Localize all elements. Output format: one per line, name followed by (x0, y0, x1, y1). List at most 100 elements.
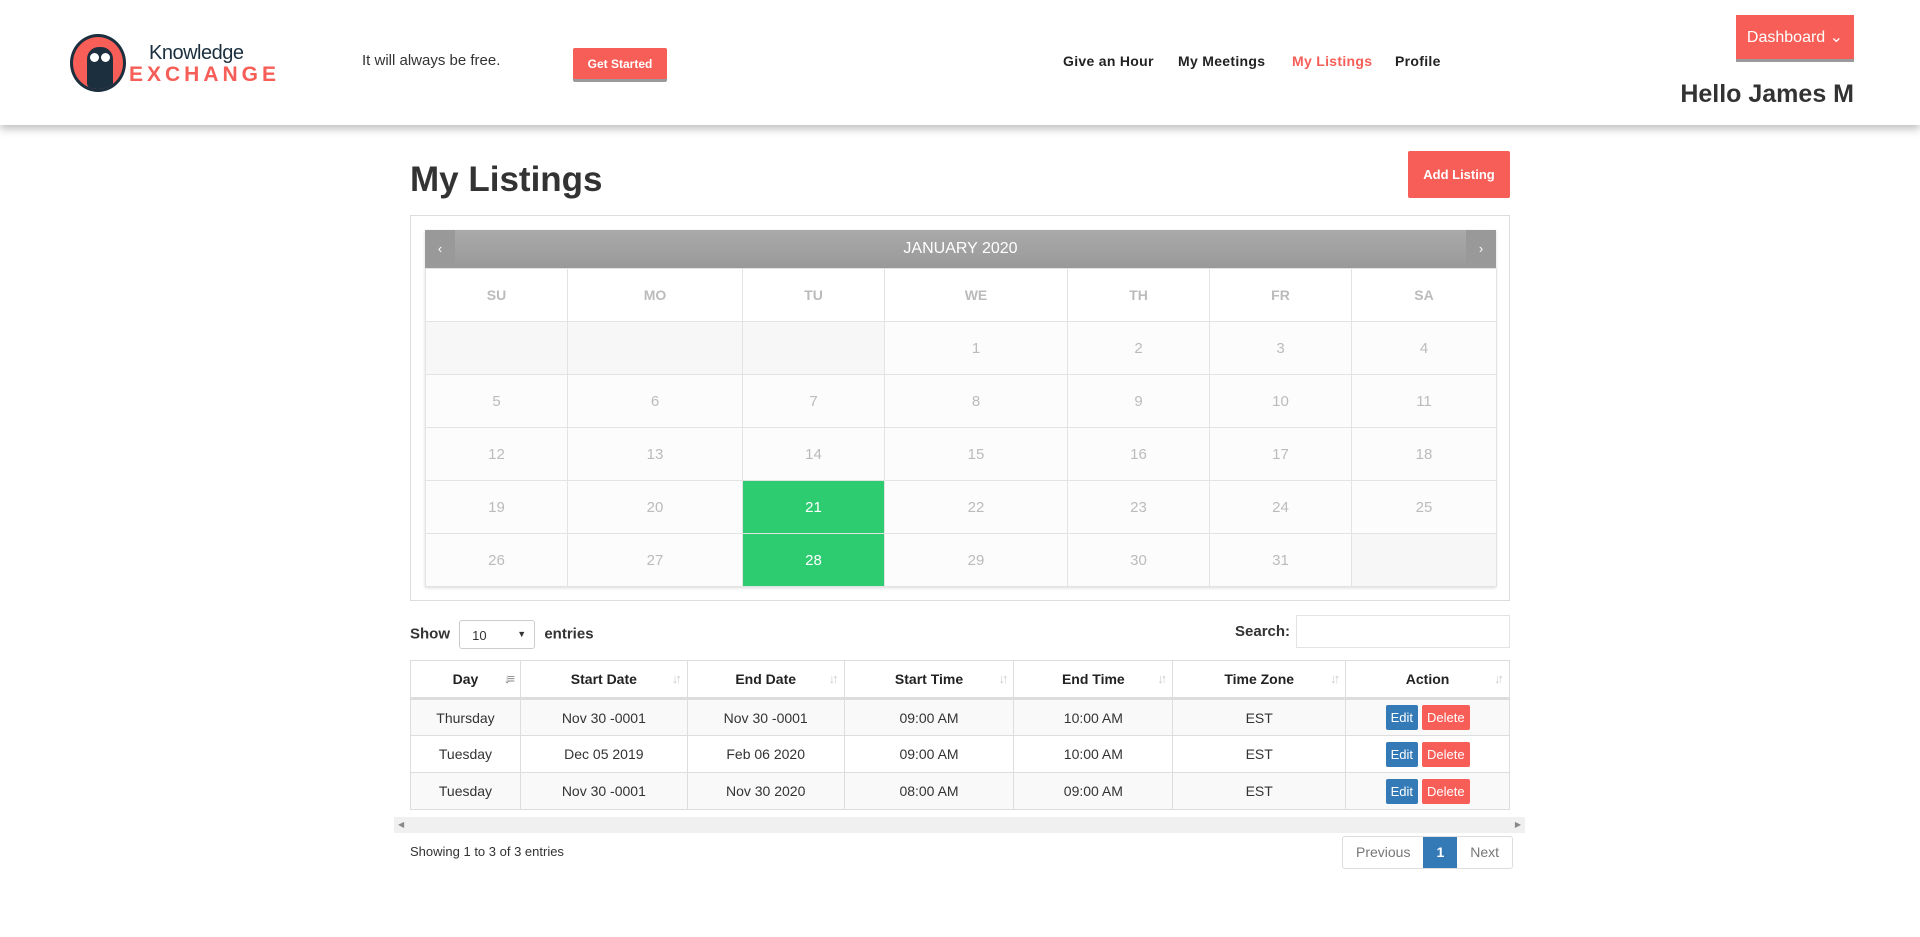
calendar-day[interactable]: 11 (1351, 374, 1497, 428)
table-cell: 09:00 AM (843, 735, 1015, 773)
calendar-day[interactable]: 8 (884, 374, 1068, 428)
calendar: ‹ JANUARY 2020 › SU MO TU WE TH FR SA 12345678… (425, 230, 1497, 587)
logo-text-top[interactable]: Knowledge (149, 42, 244, 65)
table-cell: 09:00 AM (1013, 772, 1174, 810)
table-row: Tuesday Dec 05 2019 Feb 06 2020 09:00 AM 10:… (410, 735, 1510, 773)
calendar-day[interactable]: 18 (1351, 427, 1497, 481)
column-header[interactable]: End Date ↓↑ (686, 660, 845, 700)
column-label: Action (1405, 671, 1450, 687)
owl-logo-icon[interactable] (70, 34, 126, 92)
sort-icon[interactable]: ↓↑ (829, 671, 839, 686)
sort-ascending-icon[interactable]: ↓≡ (504, 671, 515, 686)
calendar-empty-cell (742, 321, 885, 375)
calendar-day[interactable]: 28 (742, 533, 885, 587)
calendar-day[interactable]: 1 (884, 321, 1068, 375)
delete-button[interactable]: Delete (1421, 705, 1470, 730)
caret-down-icon: ▼ (517, 629, 527, 639)
calendar-day[interactable]: 6 (567, 374, 743, 428)
column-label: End Time (1061, 671, 1125, 687)
table-cell: 09:00 AM (843, 698, 1015, 736)
column-header[interactable]: Time Zone ↓↑ (1172, 660, 1347, 700)
calendar-day[interactable]: 27 (567, 533, 743, 587)
calendar-day[interactable]: 13 (567, 427, 743, 481)
calendar-day[interactable]: 24 (1209, 480, 1352, 534)
show-label: Show (410, 625, 450, 643)
scroll-left-icon[interactable]: ◀ (398, 820, 404, 829)
calendar-day[interactable]: 19 (425, 480, 568, 534)
prev-month-icon[interactable]: ‹ (425, 230, 455, 268)
nav-profile[interactable]: Profile (1395, 53, 1441, 69)
calendar-day[interactable]: 7 (742, 374, 885, 428)
add-listing-button[interactable]: Add Listing (1408, 151, 1510, 198)
page-title: My Listings (410, 160, 603, 199)
edit-button[interactable]: Edit (1385, 705, 1418, 730)
table-info: Showing 1 to 3 of 3 entries (410, 844, 564, 859)
column-header[interactable]: Day ↓≡ (410, 660, 521, 700)
calendar-day[interactable]: 21 (742, 480, 885, 534)
calendar-day[interactable]: 15 (884, 427, 1068, 481)
weekday-header: WE (884, 268, 1068, 322)
calendar-day[interactable]: 4 (1351, 321, 1497, 375)
table-cell: EST (1172, 735, 1347, 773)
next-month-icon[interactable]: › (1466, 230, 1496, 268)
calendar-day[interactable]: 23 (1067, 480, 1210, 534)
calendar-day[interactable]: 29 (884, 533, 1068, 587)
pagination: Previous 1 Next (1342, 836, 1514, 869)
calendar-day[interactable]: 9 (1067, 374, 1210, 428)
calendar-day[interactable]: 20 (567, 480, 743, 534)
sort-icon[interactable]: ↓↑ (1157, 671, 1167, 686)
calendar-day[interactable]: 12 (425, 427, 568, 481)
calendar-container: ‹ JANUARY 2020 › SU MO TU WE TH FR SA 12345678… (410, 215, 1510, 601)
column-header[interactable]: Start Time ↓↑ (843, 660, 1015, 700)
column-header[interactable]: End Time ↓↑ (1013, 660, 1174, 700)
calendar-day[interactable]: 5 (425, 374, 568, 428)
previous-button[interactable]: Previous (1343, 837, 1423, 868)
length-control: Show 10 ▼ entries (410, 620, 594, 649)
calendar-day[interactable]: 22 (884, 480, 1068, 534)
calendar-day[interactable]: 30 (1067, 533, 1210, 587)
next-button[interactable]: Next (1457, 837, 1512, 868)
search-input[interactable] (1296, 615, 1510, 648)
calendar-day[interactable]: 3 (1209, 321, 1352, 375)
dashboard-dropdown[interactable]: Dashboard ⌄ (1736, 15, 1854, 59)
calendar-day[interactable]: 16 (1067, 427, 1210, 481)
calendar-week: 26 27 28 29 30 31 (425, 533, 1497, 587)
sort-icon[interactable]: ↓↑ (1330, 671, 1340, 686)
sort-icon[interactable]: ↓↑ (672, 671, 682, 686)
greeting: Hello James M (1680, 80, 1854, 108)
calendar-day[interactable]: 31 (1209, 533, 1352, 587)
calendar-day[interactable]: 26 (425, 533, 568, 587)
nav-give-an-hour[interactable]: Give an Hour (1063, 53, 1154, 69)
delete-button[interactable]: Delete (1421, 741, 1470, 767)
calendar-empty-cell (1351, 533, 1497, 587)
edit-button[interactable]: Edit (1385, 741, 1418, 767)
nav-my-meetings[interactable]: My Meetings (1178, 53, 1265, 69)
column-header[interactable]: Start Date ↓↑ (519, 660, 688, 700)
get-started-button[interactable]: Get Started (573, 48, 667, 79)
table-cell: Nov 30 2020 (686, 772, 845, 810)
weekday-header: TU (742, 268, 885, 322)
calendar-month: JANUARY 2020 (903, 240, 1018, 257)
table-row: Thursday Nov 30 -0001 Nov 30 -0001 09:00 AM… (410, 698, 1510, 736)
calendar-day[interactable]: 2 (1067, 321, 1210, 375)
scroll-right-icon[interactable]: ▶ (1515, 817, 1521, 833)
calendar-day[interactable]: 10 (1209, 374, 1352, 428)
table-cell: Nov 30 -0001 (519, 772, 688, 810)
nav-my-listings[interactable]: My Listings (1292, 53, 1372, 69)
calendar-day[interactable]: 25 (1351, 480, 1497, 534)
delete-button[interactable]: Delete (1421, 778, 1470, 804)
horizontal-scrollbar[interactable]: ◀ ▶ (394, 817, 1525, 833)
logo-text-bottom[interactable]: EXCHANGE (129, 63, 280, 87)
sort-icon[interactable]: ↓↑ (998, 671, 1008, 686)
table-cell: Tuesday (410, 772, 521, 810)
calendar-week: 5 6 7 8 9 10 11 (425, 374, 1497, 428)
sort-icon[interactable]: ↓↑ (1494, 671, 1504, 686)
entries-select[interactable]: 10 ▼ (459, 620, 536, 649)
calendar-day[interactable]: 17 (1209, 427, 1352, 481)
page-1-button[interactable]: 1 (1423, 837, 1458, 868)
edit-button[interactable]: Edit (1385, 778, 1418, 804)
column-header[interactable]: Action ↓↑ (1345, 660, 1510, 700)
table-cell: EST (1172, 772, 1347, 810)
calendar-day[interactable]: 14 (742, 427, 885, 481)
calendar-week: 19 20 21 22 23 24 25 (425, 480, 1497, 534)
